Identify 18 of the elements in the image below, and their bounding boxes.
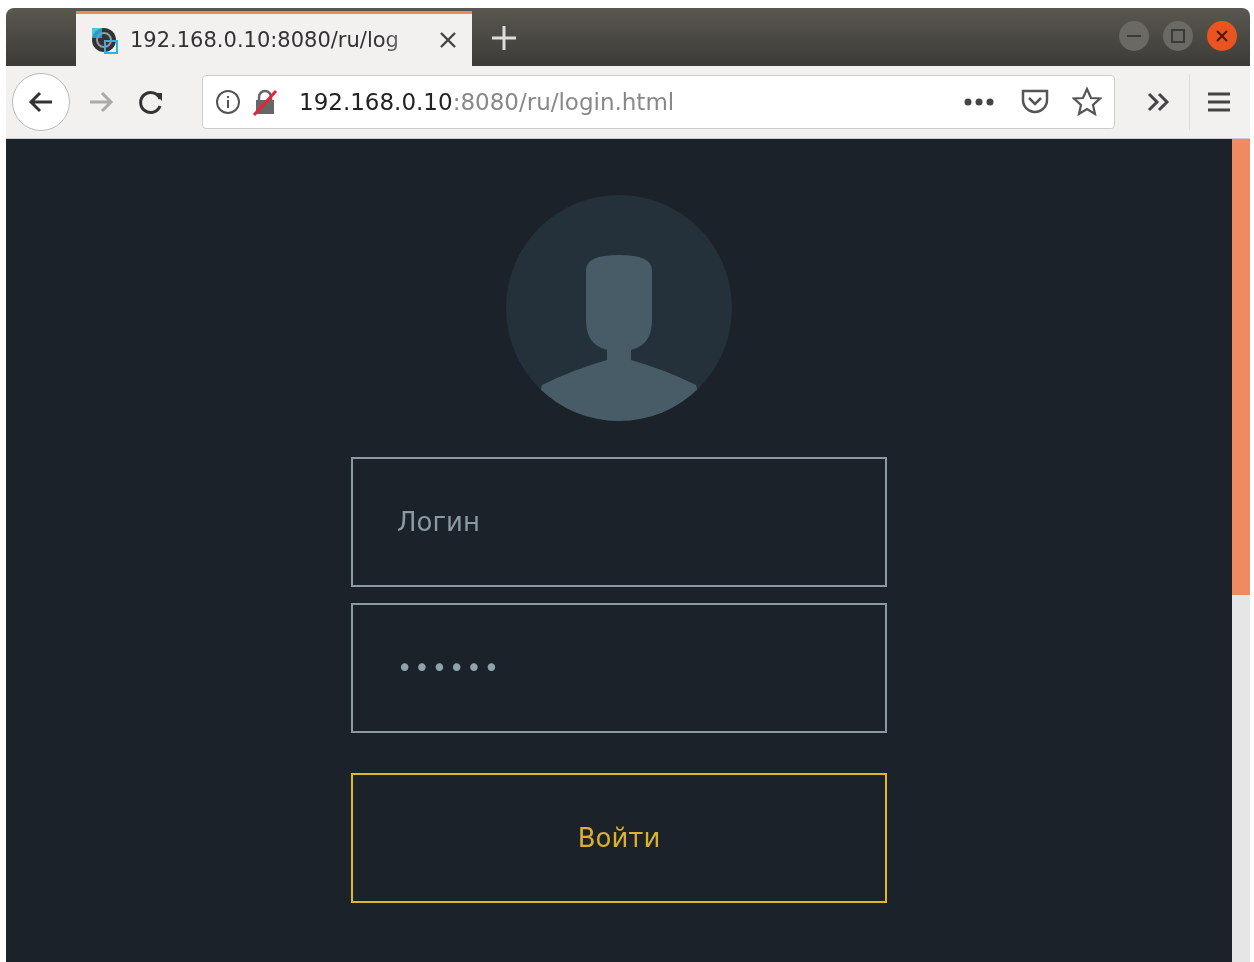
password-field[interactable]: •••••• [351,603,887,733]
more-icon[interactable] [964,98,994,106]
browser-tab[interactable]: 192.168.0.10:8080/ru/log [76,11,472,66]
url-host: 192.168.0.10 [299,89,453,115]
tab-title: 192.168.0.10:8080/ru/log [130,28,400,52]
url-path: :8080/ru/login.html [452,89,675,115]
avatar-icon [506,195,732,421]
login-field[interactable]: Логин [351,457,887,587]
close-icon[interactable] [438,30,458,50]
scrollbar-thumb[interactable] [1232,139,1250,595]
globe-icon [90,25,120,55]
new-tab-icon[interactable] [490,24,518,52]
info-icon[interactable] [215,89,241,115]
insecure-lock-icon [251,88,279,116]
pocket-icon[interactable] [1020,88,1050,116]
star-icon[interactable] [1072,87,1102,117]
login-button[interactable]: Войти [351,773,887,903]
address-bar[interactable]: 192.168.0.10:8080/ru/login.html [202,75,1115,129]
